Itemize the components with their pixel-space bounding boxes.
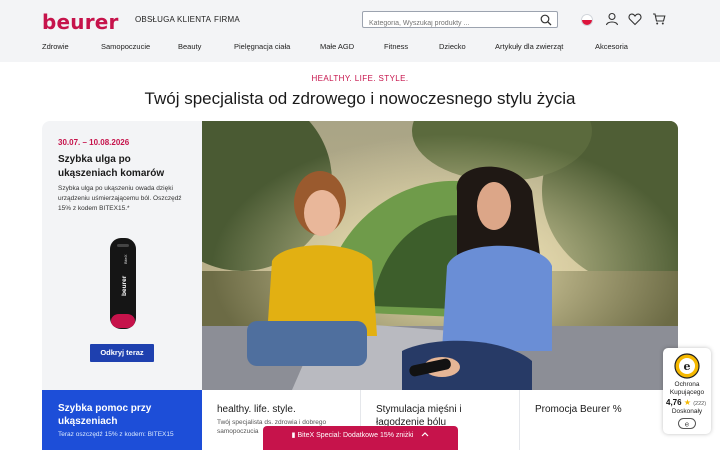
sticky-bar-label: BiteX Special: Dodatkowe 15% zniżki [297, 432, 414, 439]
rating-score: 4,76 ★ (222) [666, 398, 708, 407]
trusted-shops-seal-icon: e [674, 353, 700, 379]
card-quick-help[interactable]: Szybka pomoc przy ukąszeniach Teraz oszc… [42, 390, 202, 450]
search-icon[interactable] [540, 14, 552, 26]
nav-item-akcesoria[interactable]: Akcesoria [595, 42, 628, 51]
bitex-special-bar[interactable]: ▮ BiteX Special: Dodatkowe 15% zniżki [263, 426, 458, 450]
page-title: Twój specjalista od zdrowego i nowoczesn… [144, 89, 576, 108]
hero-image [202, 121, 678, 390]
customer-service-link[interactable]: OBSŁUGA KLIENTA [135, 15, 211, 24]
tagline: HEALTHY. LIFE. STYLE. [311, 74, 409, 83]
promo-date: 30.07. – 10.08.2026 [58, 138, 130, 147]
trusted-shops-small-seal-icon: e [678, 418, 696, 429]
card-heading: Szybka pomoc przy ukąszeniach [58, 403, 152, 427]
card-heading: healthy. life. style. [217, 404, 296, 415]
rating-verdict: Doskonały [671, 408, 703, 415]
company-link[interactable]: FIRMA [214, 15, 240, 24]
top-header: beurer OBSŁUGA KLIENTA FIRMA Zdrowie Sam… [0, 0, 720, 62]
nav-item-samopoczucie[interactable]: Samopoczucie [101, 42, 150, 51]
review-count: (222) [693, 401, 707, 407]
buyer-protection-label: Ochrona Kupującego [669, 381, 705, 396]
chevron-up-icon[interactable] [421, 431, 429, 437]
nav-item-dziecko[interactable]: Dziecko [439, 42, 466, 51]
device-model-label: BiteX [123, 254, 128, 264]
promo-heading: Szybka ulga po ukąszeniach komarów [58, 154, 165, 179]
search-box[interactable] [362, 11, 558, 31]
svg-text:e: e [685, 421, 689, 429]
trusted-shops-badge[interactable]: e Ochrona Kupującego 4,76 ★ (222) Doskon… [663, 348, 711, 434]
rating-value: 4,76 [666, 398, 682, 407]
search-input[interactable] [363, 16, 533, 31]
card-beurer-promotion[interactable]: Promocja Beurer % [520, 390, 678, 450]
cart-icon[interactable] [652, 12, 666, 26]
promo-panel: 30.07. – 10.08.2026 Szybka ulga po ukąsz… [42, 121, 202, 390]
main-navigation: Zdrowie Samopoczucie Beauty Pielęgnacja … [0, 42, 720, 56]
nav-item-fitness[interactable]: Fitness [384, 42, 408, 51]
nav-item-zdrowie[interactable]: Zdrowie [42, 42, 69, 51]
nav-item-male-agd[interactable]: Małe AGD [320, 42, 354, 51]
ticket-icon: ▮ [291, 432, 296, 439]
poland-flag-icon[interactable] [581, 14, 593, 26]
card-heading: Promocja Beurer % [535, 404, 622, 415]
svg-text:e: e [684, 360, 691, 373]
nav-item-beauty[interactable]: Beauty [178, 42, 201, 51]
hero-photo-illustration [202, 121, 678, 390]
beurer-logo[interactable]: beurer [42, 10, 119, 34]
nav-item-pielegnacja[interactable]: Pielęgnacja ciała [234, 42, 290, 51]
card-text: Teraz oszczędź 15% z kodem: BITEX15 [58, 431, 174, 438]
device-brand-label: beurer [121, 275, 128, 296]
discover-now-button[interactable]: Odkryj teraz [90, 344, 154, 362]
user-account-icon[interactable] [605, 12, 619, 26]
nav-item-zwierzeta[interactable]: Artykuły dla zwierząt [495, 42, 563, 51]
heart-wishlist-icon[interactable] [628, 12, 642, 26]
promo-text: Szybka ulga po ukąszeniu owada dzięki ur… [58, 185, 182, 212]
star-icon: ★ [683, 398, 691, 407]
bitex-device-image: beurer BiteX [110, 238, 136, 329]
